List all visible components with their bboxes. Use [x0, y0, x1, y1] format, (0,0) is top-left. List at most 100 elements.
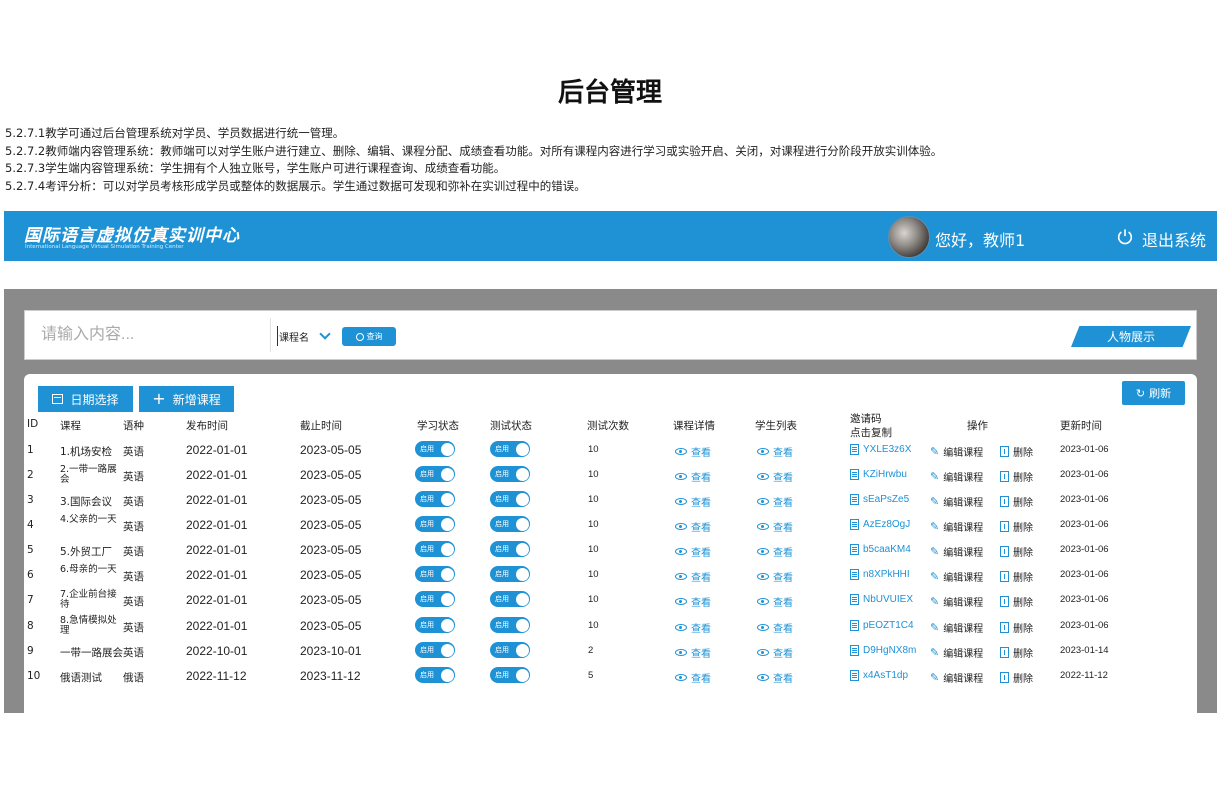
avatar[interactable]: [888, 216, 930, 258]
search-input[interactable]: [41, 318, 271, 352]
cell-publish-time: 2022-01-01: [186, 468, 248, 482]
edit-course-button[interactable]: ✎ 编辑课程: [930, 645, 983, 660]
invite-code-copy[interactable]: KZiHrwbu: [850, 469, 907, 480]
edit-course-button[interactable]: ✎ 编辑课程: [930, 444, 983, 459]
view-course-detail-link[interactable]: 查看: [675, 645, 711, 660]
cell-id: 6: [27, 569, 34, 581]
power-icon[interactable]: [1116, 228, 1134, 246]
test-status-toggle[interactable]: 启用: [490, 516, 530, 532]
delete-button[interactable]: 删除: [1000, 519, 1033, 534]
delete-button[interactable]: 删除: [1000, 444, 1033, 459]
study-status-toggle[interactable]: 启用: [415, 566, 455, 582]
study-status-toggle[interactable]: 启用: [415, 642, 455, 658]
study-status-toggle[interactable]: 启用: [415, 491, 455, 507]
view-label: 查看: [691, 598, 711, 609]
invite-code-copy[interactable]: x4AsT1dp: [850, 670, 908, 681]
view-student-list-link[interactable]: 查看: [757, 645, 793, 660]
edit-course-button[interactable]: ✎ 编辑课程: [930, 544, 983, 559]
people-display-button[interactable]: 人物展示: [1071, 326, 1191, 347]
view-student-list-link[interactable]: 查看: [757, 519, 793, 534]
view-course-detail-link[interactable]: 查看: [675, 670, 711, 685]
study-status-toggle[interactable]: 启用: [415, 441, 455, 457]
view-label: 查看: [773, 624, 793, 635]
view-student-list-link[interactable]: 查看: [757, 444, 793, 459]
view-course-detail-link[interactable]: 查看: [675, 569, 711, 584]
view-label: 查看: [773, 473, 793, 484]
view-student-list-link[interactable]: 查看: [757, 670, 793, 685]
invite-code-copy[interactable]: n8XPkHHI: [850, 569, 910, 580]
edit-course-button[interactable]: ✎ 编辑课程: [930, 670, 983, 685]
test-status-toggle[interactable]: 启用: [490, 667, 530, 683]
eye-icon: [757, 473, 769, 480]
view-student-list-link[interactable]: 查看: [757, 594, 793, 609]
view-student-list-link[interactable]: 查看: [757, 469, 793, 484]
invite-code-copy[interactable]: pEOZT1C4: [850, 620, 914, 631]
test-status-toggle[interactable]: 启用: [490, 441, 530, 457]
view-course-detail-link[interactable]: 查看: [675, 544, 711, 559]
invite-code-copy[interactable]: sEaPsZe5: [850, 494, 909, 505]
view-course-detail-link[interactable]: 查看: [675, 444, 711, 459]
edit-course-button[interactable]: ✎ 编辑课程: [930, 594, 983, 609]
cell-updated-time: 2022-11-12: [1060, 670, 1108, 681]
toggle-label: 启用: [420, 445, 434, 453]
view-course-detail-link[interactable]: 查看: [675, 519, 711, 534]
view-course-detail-link[interactable]: 查看: [675, 620, 711, 635]
delete-button[interactable]: 删除: [1000, 494, 1033, 509]
test-status-toggle[interactable]: 启用: [490, 491, 530, 507]
pencil-icon: ✎: [930, 595, 940, 608]
study-status-toggle[interactable]: 启用: [415, 591, 455, 607]
view-student-list-link[interactable]: 查看: [757, 569, 793, 584]
invite-code-copy[interactable]: NbUVUIEX: [850, 594, 913, 605]
delete-button[interactable]: 删除: [1000, 620, 1033, 635]
study-status-toggle[interactable]: 启用: [415, 617, 455, 633]
test-status-toggle[interactable]: 启用: [490, 466, 530, 482]
study-status-toggle[interactable]: 启用: [415, 516, 455, 532]
toggle-label: 启用: [495, 445, 509, 453]
toggle-knob: [515, 618, 529, 632]
toggle-knob: [515, 467, 529, 481]
eye-icon: [757, 573, 769, 580]
edit-course-button[interactable]: ✎ 编辑课程: [930, 620, 983, 635]
view-student-list-link[interactable]: 查看: [757, 620, 793, 635]
eye-icon: [675, 498, 687, 505]
test-status-toggle[interactable]: 启用: [490, 541, 530, 557]
view-course-detail-link[interactable]: 查看: [675, 594, 711, 609]
date-select-button[interactable]: 日期选择: [38, 386, 133, 412]
invite-code-copy[interactable]: AzEz8OgJ: [850, 519, 910, 530]
test-status-toggle[interactable]: 启用: [490, 591, 530, 607]
view-student-list-link[interactable]: 查看: [757, 544, 793, 559]
delete-button[interactable]: 删除: [1000, 569, 1033, 584]
toggle-label: 启用: [495, 570, 509, 578]
test-status-toggle[interactable]: 启用: [490, 566, 530, 582]
toggle-label: 启用: [420, 470, 434, 478]
invite-code: n8XPkHHI: [863, 569, 910, 580]
page-title: 后台管理: [557, 78, 662, 108]
view-course-detail-link[interactable]: 查看: [675, 494, 711, 509]
edit-course-button[interactable]: ✎ 编辑课程: [930, 469, 983, 484]
logout-button[interactable]: 退出系统: [1142, 227, 1206, 251]
test-status-toggle[interactable]: 启用: [490, 617, 530, 633]
edit-course-button[interactable]: ✎ 编辑课程: [930, 519, 983, 534]
study-status-toggle[interactable]: 启用: [415, 541, 455, 557]
edit-course-button[interactable]: ✎ 编辑课程: [930, 569, 983, 584]
refresh-button[interactable]: ↻ 刷新: [1122, 381, 1185, 405]
delete-button[interactable]: 删除: [1000, 645, 1033, 660]
invite-code-copy[interactable]: b5caaKM4: [850, 544, 911, 555]
delete-button[interactable]: 删除: [1000, 544, 1033, 559]
delete-button[interactable]: 删除: [1000, 670, 1033, 685]
delete-button[interactable]: 删除: [1000, 594, 1033, 609]
study-status-toggle[interactable]: 启用: [415, 667, 455, 683]
test-status-toggle[interactable]: 启用: [490, 642, 530, 658]
delete-button[interactable]: 删除: [1000, 469, 1033, 484]
course-select[interactable]: 课程名: [277, 326, 331, 346]
add-course-button[interactable]: + 新增课程: [139, 386, 234, 412]
study-status-toggle[interactable]: 启用: [415, 466, 455, 482]
view-student-list-link[interactable]: 查看: [757, 494, 793, 509]
query-button[interactable]: 查询: [342, 327, 396, 346]
delete-label: 删除: [1013, 523, 1033, 534]
invite-code-copy[interactable]: D9HgNX8m: [850, 645, 916, 656]
view-course-detail-link[interactable]: 查看: [675, 469, 711, 484]
copy-icon: [850, 670, 859, 681]
edit-course-button[interactable]: ✎ 编辑课程: [930, 494, 983, 509]
invite-code-copy[interactable]: YXLE3z6X: [850, 444, 911, 455]
